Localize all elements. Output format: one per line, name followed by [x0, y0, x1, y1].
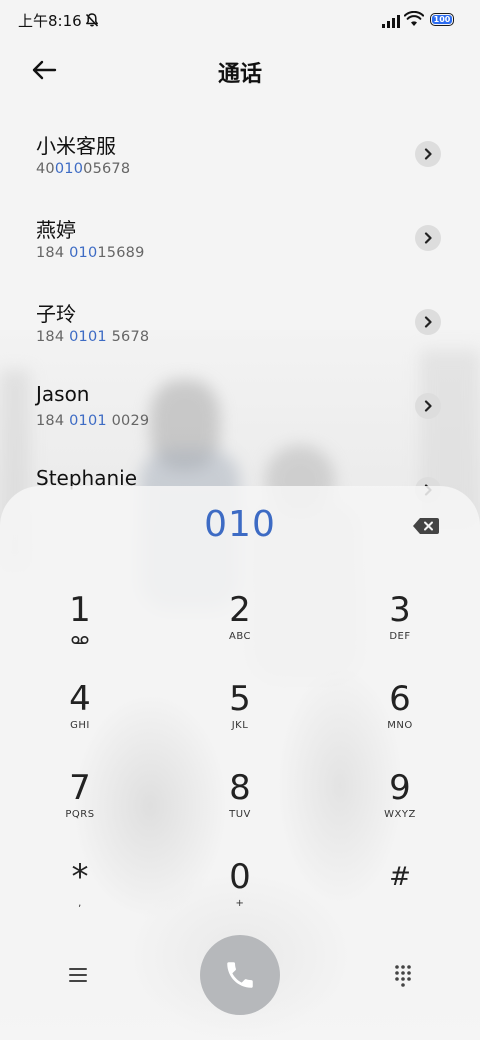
chevron-right-icon	[424, 232, 432, 244]
dialed-number: 010	[204, 504, 276, 545]
chevron-right-icon	[424, 400, 432, 412]
contact-number: 184 0101 5678	[36, 329, 150, 345]
page-title: 通话	[217, 62, 262, 87]
status-bar: 上午8:16 100	[0, 0, 480, 40]
contact-name: 子玲	[36, 302, 76, 326]
key-digit: 0	[229, 857, 251, 897]
key-letters: TUV	[229, 809, 251, 820]
key-digit: *	[71, 857, 89, 897]
key-letters: JKL	[231, 720, 249, 731]
voicemail-icon	[20, 630, 140, 645]
key-letters: GHI	[70, 720, 90, 731]
key-letters: PQRS	[65, 809, 95, 820]
chevron-right-icon	[424, 148, 432, 160]
key-letters: ABC	[228, 631, 251, 642]
number-match: 0101	[69, 413, 107, 429]
key-digit: 3	[389, 590, 411, 630]
number-match: 010	[69, 245, 98, 261]
menu-button[interactable]	[66, 963, 90, 987]
dialer-bottom-bar	[0, 935, 480, 1015]
signal-icon	[382, 13, 400, 32]
key-digit: 5	[229, 679, 251, 719]
key-digit: 1	[69, 590, 91, 630]
contact-item[interactable]: 子玲 184 0101 5678	[0, 280, 480, 364]
key-9[interactable]: 9 WXYZ	[340, 768, 460, 848]
backspace-icon	[413, 518, 439, 534]
dialer-panel: 010 1 2 ABC 3 DEF 4 GHI 5 JKL 6 MNO 7 PQ…	[0, 486, 480, 1040]
contact-list: 小米客服 4001005678 燕婷 184 01015689 子玲 184 0…	[0, 112, 480, 532]
menu-icon	[69, 968, 87, 982]
wifi-icon	[403, 10, 425, 31]
key-6[interactable]: 6 MNO	[340, 679, 460, 759]
key-0[interactable]: 0 +	[180, 857, 300, 937]
key-digit: 2	[229, 590, 251, 630]
battery-icon: 100	[430, 13, 454, 26]
header: 通话	[0, 44, 480, 96]
number-match: 0101	[69, 329, 107, 345]
key-2[interactable]: 2 ABC	[180, 590, 300, 670]
key-1[interactable]: 1	[20, 590, 140, 670]
backspace-button[interactable]	[412, 516, 440, 536]
contact-detail-button[interactable]	[415, 309, 441, 335]
battery-level: 100	[433, 14, 451, 24]
call-button[interactable]	[200, 935, 280, 1015]
contact-name: 小米客服	[36, 134, 116, 158]
key-hash[interactable]: #	[340, 857, 460, 937]
contact-item[interactable]: 燕婷 184 01015689	[0, 196, 480, 280]
key-8[interactable]: 8 TUV	[180, 768, 300, 848]
key-digit: 6	[389, 679, 411, 719]
key-letters: +	[235, 898, 245, 909]
key-digit: 4	[69, 679, 91, 719]
contact-detail-button[interactable]	[415, 225, 441, 251]
contact-name: 燕婷	[36, 218, 76, 242]
contact-item[interactable]: Jason 184 0101 0029	[0, 364, 480, 448]
key-letters: ,	[78, 898, 82, 909]
key-4[interactable]: 4 GHI	[20, 679, 140, 759]
dialpad-icon	[395, 965, 411, 987]
keypad-toggle-button[interactable]	[391, 963, 415, 987]
contact-detail-button[interactable]	[415, 141, 441, 167]
contact-number: 4001005678	[36, 161, 131, 177]
key-3[interactable]: 3 DEF	[340, 590, 460, 670]
key-letters: WXYZ	[384, 809, 416, 820]
key-5[interactable]: 5 JKL	[180, 679, 300, 759]
key-digit: 9	[389, 768, 411, 808]
key-letters: MNO	[387, 720, 413, 731]
contact-name: Jason	[36, 382, 90, 406]
chevron-right-icon	[424, 316, 432, 328]
phone-icon	[227, 962, 253, 988]
contact-detail-button[interactable]	[415, 393, 441, 419]
contact-number: 184 01015689	[36, 245, 145, 261]
number-match: 010	[54, 161, 84, 177]
contact-number: 184 0101 0029	[36, 413, 150, 429]
key-letters: DEF	[389, 631, 411, 642]
key-digit: #	[389, 862, 411, 892]
contact-item[interactable]: 小米客服 4001005678	[0, 112, 480, 196]
key-7[interactable]: 7 PQRS	[20, 768, 140, 848]
status-time: 上午8:16	[18, 12, 82, 30]
key-digit: 7	[69, 768, 91, 808]
key-star[interactable]: * ,	[20, 857, 140, 937]
key-digit: 8	[229, 768, 251, 808]
do-not-disturb-icon	[84, 12, 100, 32]
